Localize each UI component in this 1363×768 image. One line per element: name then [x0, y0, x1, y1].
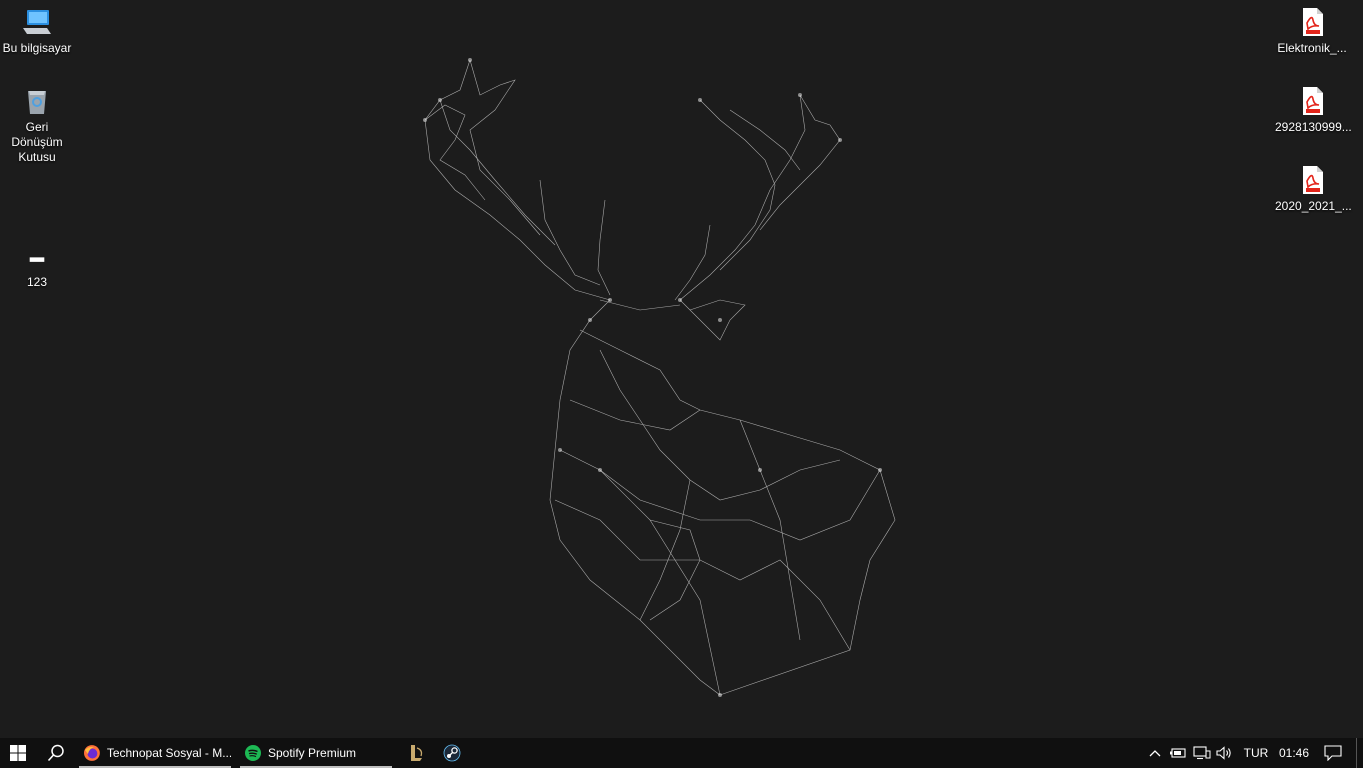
search-icon — [47, 744, 64, 762]
taskbar-pinned-league[interactable] — [398, 738, 434, 768]
spotify-icon — [245, 745, 261, 761]
show-hidden-icons-button[interactable] — [1145, 738, 1165, 768]
steam-icon — [443, 744, 461, 762]
desktop-icon-label: Geri Dönüşüm Kutusu — [11, 120, 63, 164]
folder-shortcut-icon — [29, 257, 45, 262]
start-button[interactable] — [0, 738, 36, 768]
desktop-icon-label: 2020_2021_... — [1275, 199, 1352, 213]
battery-icon — [1170, 748, 1186, 758]
taskbar: Technopat Sosyal - M... Spotify Premium — [0, 738, 1363, 768]
desktop-icon-123[interactable]: 123 — [0, 254, 74, 290]
pdf-file-icon — [1303, 87, 1323, 115]
action-center-button[interactable] — [1318, 738, 1348, 768]
input-language-button[interactable]: TUR — [1238, 738, 1274, 768]
pdf-file-icon — [1303, 8, 1323, 36]
search-button[interactable] — [38, 738, 74, 768]
recycle-bin-icon — [28, 91, 46, 114]
league-of-legends-icon — [411, 745, 423, 761]
language-indicator: TUR — [1243, 746, 1269, 760]
clock-button[interactable]: 01:46 — [1274, 738, 1314, 768]
desktop-icon-recycle-bin[interactable]: Geri Dönüşüm Kutusu — [0, 85, 74, 165]
taskbar-app-label: Spotify Premium — [268, 746, 357, 760]
speaker-icon — [1216, 746, 1231, 760]
desktop-icon-pdf-2[interactable]: 2928130999... — [1275, 85, 1352, 135]
network-tray-button[interactable] — [1191, 738, 1213, 768]
desktop-icon-pdf-3[interactable]: 2020_2021_... — [1275, 164, 1352, 214]
desktop-icon-pdf-1[interactable]: Elektronik_... — [1275, 6, 1349, 56]
desktop-icon-label: 123 — [26, 275, 48, 289]
taskbar-pinned-steam[interactable] — [434, 738, 470, 768]
windows-start-icon — [10, 745, 26, 761]
show-desktop-button[interactable] — [1356, 738, 1363, 768]
taskbar-app-label: Technopat Sosyal - M... — [106, 746, 231, 760]
battery-tray-button[interactable] — [1167, 738, 1189, 768]
desktop-icon-label: Elektronik_... — [1277, 41, 1347, 55]
clock-time: 01:46 — [1278, 746, 1310, 760]
taskbar-app-firefox[interactable]: Technopat Sosyal - M... — [79, 738, 231, 768]
desktop-icon-label: Bu bilgisayar — [2, 41, 72, 55]
network-icon — [1193, 746, 1211, 760]
pdf-file-icon — [1303, 166, 1323, 194]
computer-icon — [23, 10, 51, 34]
desktop-icon-label: 2928130999... — [1275, 120, 1352, 134]
chevron-up-icon — [1149, 750, 1161, 757]
firefox-icon — [83, 745, 100, 761]
deer-wireframe-wallpaper — [423, 58, 896, 697]
desktop-icon-this-pc[interactable]: Bu bilgisayar — [0, 6, 74, 56]
notification-icon — [1324, 745, 1342, 761]
taskbar-app-spotify[interactable]: Spotify Premium — [240, 738, 392, 768]
volume-tray-button[interactable] — [1214, 738, 1236, 768]
